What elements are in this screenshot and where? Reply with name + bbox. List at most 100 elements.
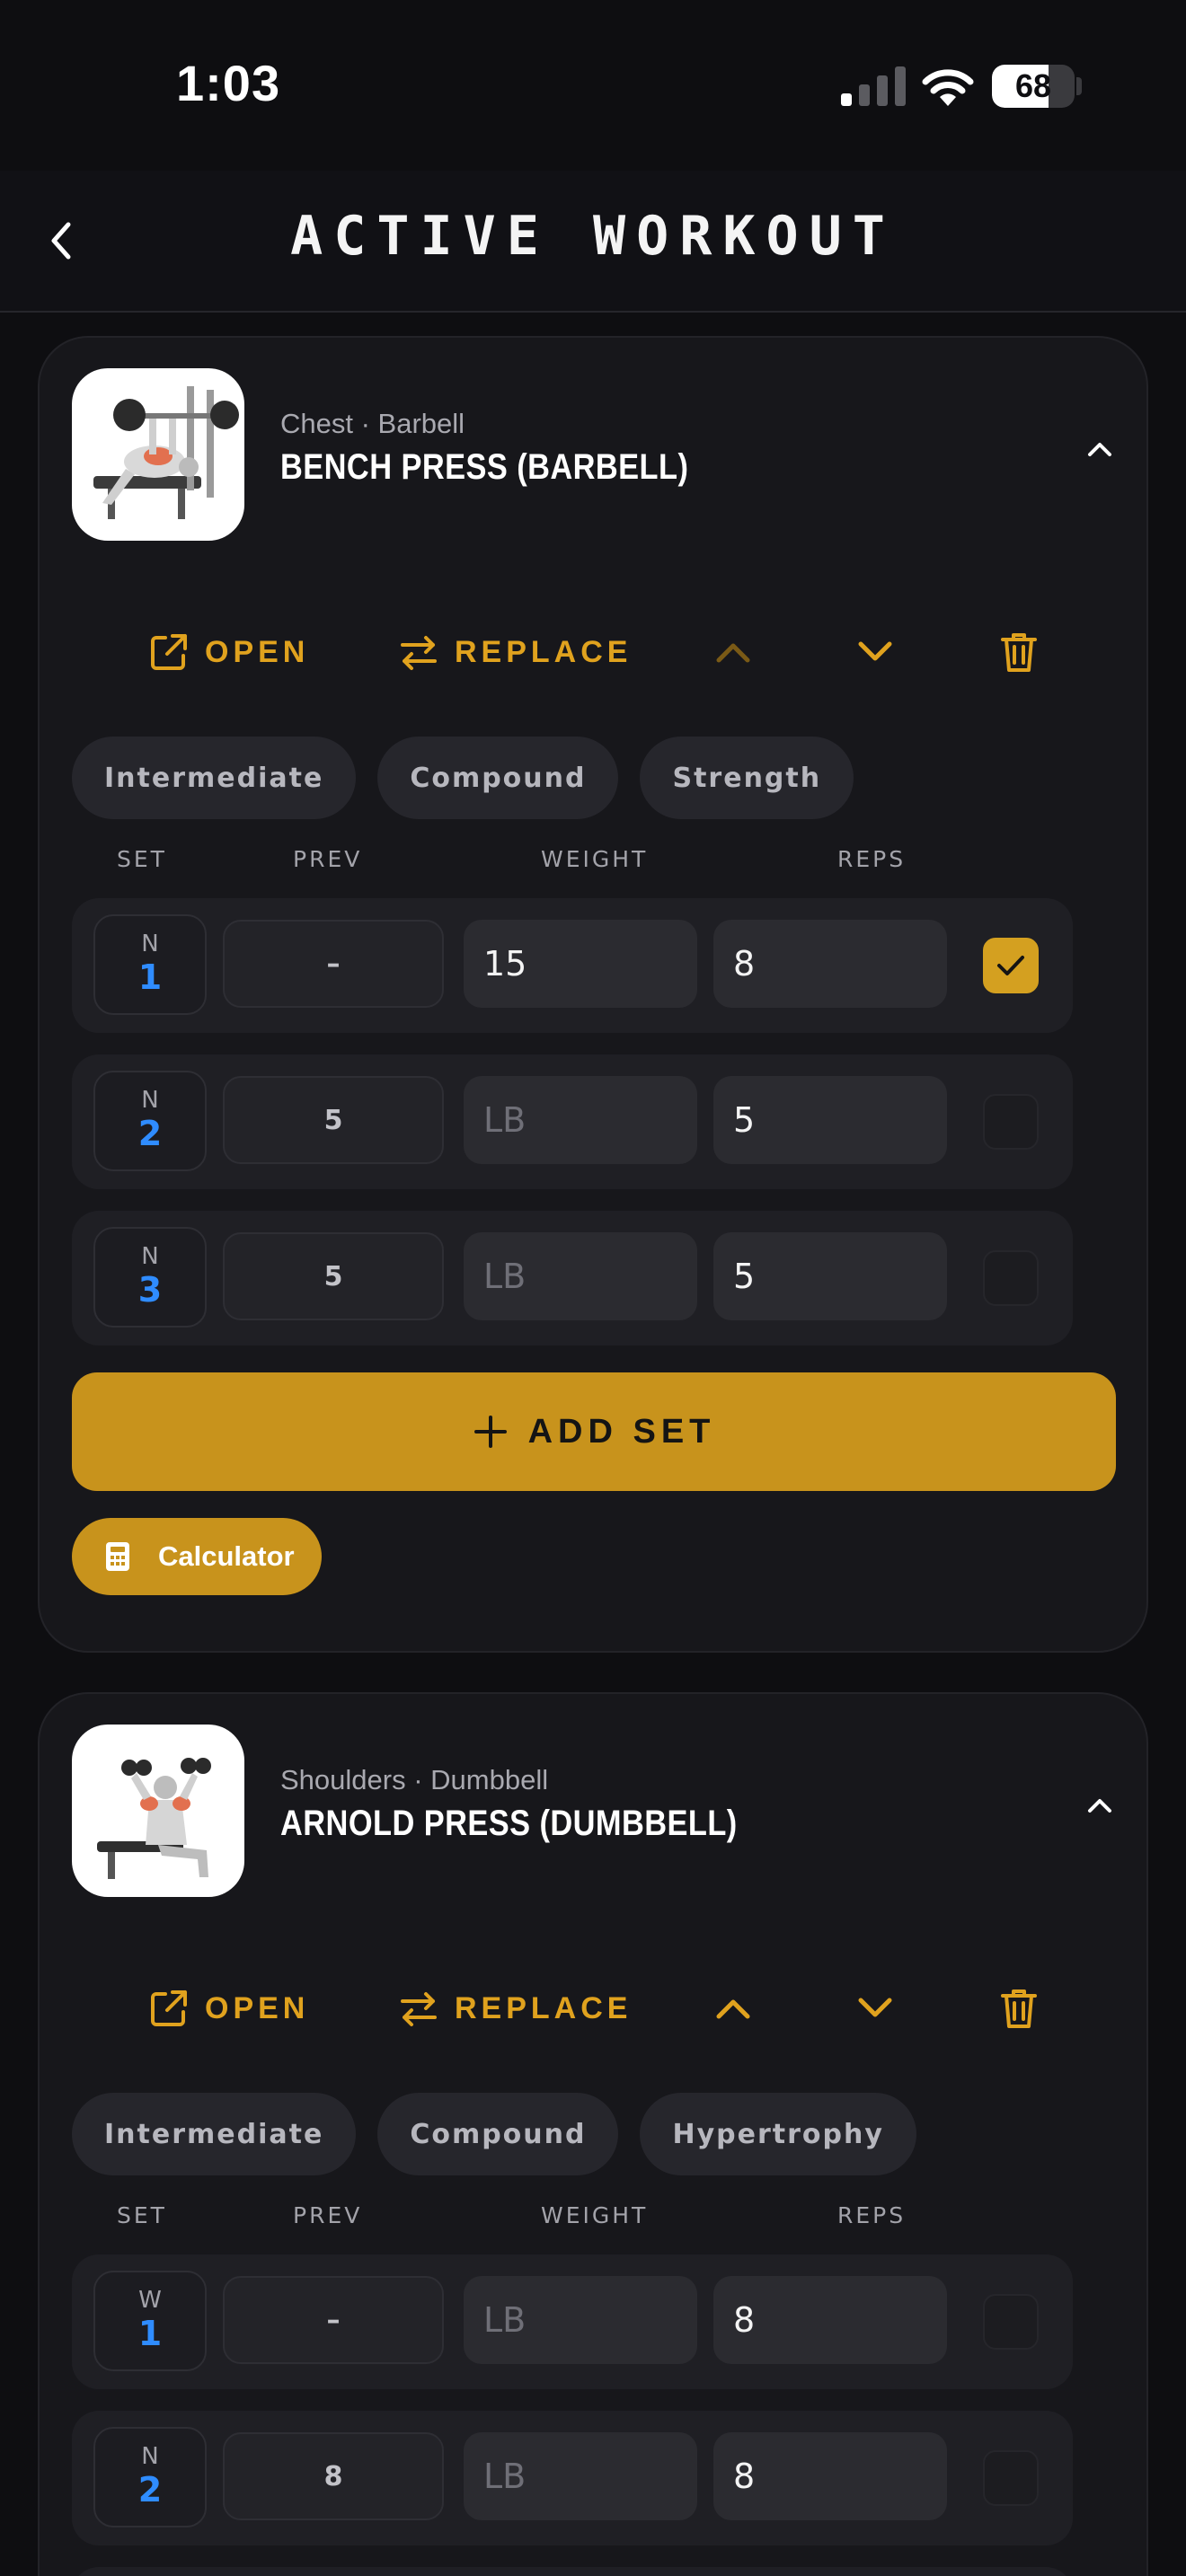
replace-label: REPLACE <box>455 1990 633 2025</box>
open-button[interactable]: OPEN <box>147 607 309 697</box>
tag-level: Intermediate <box>72 737 357 819</box>
open-label: OPEN <box>205 634 310 669</box>
exercise-tags: Intermediate Compound Hypertrophy <box>72 2093 916 2175</box>
chevron-up-icon <box>716 1999 750 2019</box>
calculator-button[interactable]: Calculator <box>72 1518 322 1595</box>
reps-input[interactable] <box>713 1076 947 1164</box>
exercise-header: Chest · Barbell BENCH PRESS (BARBELL) <box>72 368 1114 544</box>
exercise-tags: Intermediate Compound Strength <box>72 737 854 819</box>
set-type-button[interactable]: W 1 <box>93 2271 207 2371</box>
battery-percentage: 68 <box>1014 67 1052 104</box>
set-row: N 3 5 <box>72 1211 1073 1345</box>
move-down-button[interactable] <box>852 629 898 675</box>
set-type-button[interactable]: N 2 <box>93 2427 207 2527</box>
weight-input[interactable] <box>464 920 697 1008</box>
exercise-thumbnail[interactable] <box>72 368 244 541</box>
previous-value[interactable]: 5 <box>223 1076 444 1164</box>
set-complete-checkbox[interactable] <box>983 2450 1039 2506</box>
replace-label: REPLACE <box>455 634 633 669</box>
set-type: N <box>141 931 159 957</box>
external-link-icon <box>151 634 187 670</box>
exercise-actions: OPEN REPLACE <box>72 607 1114 697</box>
set-table-header: SET PREV WEIGHT REPS <box>72 2202 1114 2238</box>
previous-value[interactable]: 8 <box>223 2432 444 2520</box>
reps-input[interactable] <box>713 920 947 1008</box>
arnold-press-illustration <box>97 1758 211 1879</box>
set-complete-checkbox[interactable] <box>983 938 1039 993</box>
exercise-thumbnail[interactable] <box>72 1725 244 1897</box>
swap-arrows-icon <box>401 1992 437 2026</box>
reps-input[interactable] <box>713 1232 947 1320</box>
weight-input[interactable] <box>464 2432 697 2520</box>
previous-value[interactable]: – <box>223 2276 444 2364</box>
set-number: 2 <box>137 1114 163 1153</box>
wifi-icon <box>922 69 974 106</box>
exercise-name: BENCH PRESS (BARBELL) <box>280 447 689 487</box>
app-screen: 1:03 68 ACTIVE WORKOUT Chest · Barbell B… <box>0 0 1186 2576</box>
set-complete-checkbox[interactable] <box>983 1094 1039 1150</box>
checkmark-icon <box>997 956 1024 975</box>
open-label: OPEN <box>205 1990 310 2025</box>
delete-exercise-button[interactable] <box>996 1985 1042 2032</box>
set-type: N <box>141 1087 159 1114</box>
weight-input[interactable] <box>464 1232 697 1320</box>
set-row-partial <box>72 2567 1073 2576</box>
calculator-label: Calculator <box>158 1540 295 1572</box>
set-number: 1 <box>137 2314 163 2353</box>
col-set: SET <box>117 846 167 872</box>
delete-exercise-button[interactable] <box>996 629 1042 675</box>
status-time: 1:03 <box>176 55 281 111</box>
cellular-signal-icon <box>841 66 906 106</box>
open-button[interactable]: OPEN <box>147 1963 309 2053</box>
set-number: 2 <box>137 2470 163 2510</box>
replace-button[interactable]: REPLACE <box>397 607 632 697</box>
add-set-button[interactable]: ADD SET <box>72 1372 1116 1491</box>
reps-input[interactable] <box>713 2432 947 2520</box>
chevron-down-icon <box>858 641 892 661</box>
add-set-label: ADD SET <box>527 1412 716 1451</box>
bench-press-illustration <box>93 386 239 519</box>
collapse-button[interactable] <box>1075 1780 1125 1831</box>
exercise-card: Shoulders · Dumbbell ARNOLD PRESS (DUMBB… <box>38 1692 1148 2576</box>
weight-input[interactable] <box>464 1076 697 1164</box>
set-table-header: SET PREV WEIGHT REPS <box>72 846 1114 882</box>
set-number: 3 <box>137 1270 163 1310</box>
set-row: N 1 – <box>72 898 1073 1033</box>
trash-icon <box>1001 633 1037 672</box>
previous-value[interactable]: – <box>223 920 444 1008</box>
tag-goal: Strength <box>640 737 854 819</box>
col-weight: WEIGHT <box>541 2202 649 2228</box>
previous-value[interactable]: 5 <box>223 1232 444 1320</box>
set-complete-checkbox[interactable] <box>983 1250 1039 1306</box>
tag-goal: Hypertrophy <box>640 2093 916 2175</box>
tag-level: Intermediate <box>72 2093 357 2175</box>
set-type-button[interactable]: N 2 <box>93 1071 207 1171</box>
top-nav-bar: ACTIVE WORKOUT <box>0 171 1186 313</box>
battery-cap <box>1076 77 1082 95</box>
reps-input[interactable] <box>713 2276 947 2364</box>
set-row: N 2 8 <box>72 2411 1073 2545</box>
col-weight: WEIGHT <box>541 846 649 872</box>
move-up-button[interactable] <box>710 629 757 675</box>
chevron-down-icon <box>858 1998 892 2017</box>
tag-mechanic: Compound <box>377 737 619 819</box>
move-up-button[interactable] <box>710 1985 757 2032</box>
move-down-button[interactable] <box>852 1985 898 2032</box>
set-type-button[interactable]: N 1 <box>93 914 207 1015</box>
set-type: N <box>141 2443 159 2470</box>
exercise-subtitle: Chest · Barbell <box>280 408 465 439</box>
chevron-up-icon <box>1088 443 1111 456</box>
set-type: N <box>141 1243 159 1270</box>
plus-icon <box>474 1416 507 1448</box>
exercise-header: Shoulders · Dumbbell ARNOLD PRESS (DUMBB… <box>72 1725 1114 1901</box>
replace-button[interactable]: REPLACE <box>397 1963 632 2053</box>
external-link-icon <box>151 1990 187 2026</box>
set-complete-checkbox[interactable] <box>983 2294 1039 2350</box>
col-prev: PREV <box>293 846 363 872</box>
set-type-button[interactable]: N 3 <box>93 1227 207 1328</box>
weight-input[interactable] <box>464 2276 697 2364</box>
collapse-button[interactable] <box>1075 424 1125 474</box>
battery-icon: 68 <box>992 65 1075 108</box>
exercise-name: ARNOLD PRESS (DUMBBELL) <box>280 1804 738 1843</box>
exercise-card: Chest · Barbell BENCH PRESS (BARBELL) OP… <box>38 336 1148 1653</box>
